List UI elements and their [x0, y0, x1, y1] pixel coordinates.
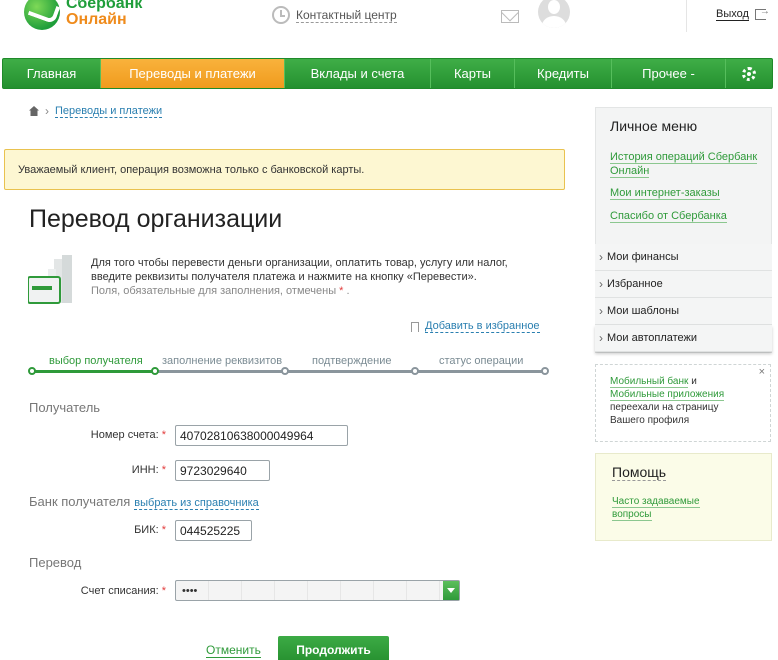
- bik-field[interactable]: 044525225: [175, 520, 252, 541]
- mobile-apps-link[interactable]: Мобильные приложения: [610, 389, 725, 401]
- nav-item-deposits[interactable]: Вклады и счета: [285, 59, 431, 88]
- logo-line2: Онлайн: [66, 11, 127, 28]
- bik-required-star: *: [161, 524, 166, 536]
- close-icon[interactable]: ×: [759, 366, 765, 379]
- transfer-section-title: Перевод: [29, 555, 82, 570]
- add-to-favorites-link[interactable]: Добавить в избранное: [411, 320, 540, 333]
- recipient-section-title: Получатель: [29, 400, 101, 415]
- faq-link[interactable]: Часто задаваемые вопросы: [612, 495, 732, 521]
- step-dot-confirmation: [411, 367, 419, 375]
- sidebar-item-finances[interactable]: Мои финансы: [595, 244, 772, 271]
- sidebar-link-orders[interactable]: Мои интернет-заказы: [610, 186, 720, 201]
- bank-section-title-text: Банк получателя: [29, 494, 131, 509]
- required-note: Поля, обязательные для заполнения, отмеч…: [91, 284, 531, 298]
- account-number-field[interactable]: 40702810638000049964: [175, 425, 348, 446]
- breadcrumb: › Переводы и платежи: [29, 104, 163, 118]
- main-nav: Главная Переводы и платежи Вклады и счет…: [2, 58, 773, 89]
- mobile-bank-link[interactable]: Мобильный банк: [610, 376, 689, 388]
- continue-button[interactable]: Продолжить: [278, 636, 389, 660]
- step-label-confirmation: подтверждение: [312, 355, 392, 367]
- steps-progress-fill: [32, 370, 155, 373]
- inn-required-star: *: [161, 464, 166, 476]
- inn-field[interactable]: 9723029640: [175, 460, 270, 481]
- inn-label-text: ИНН:: [131, 464, 159, 476]
- choose-from-directory-link[interactable]: выбрать из справочника: [134, 497, 259, 510]
- logo-text: Сбербанк Онлайн: [66, 0, 142, 28]
- breadcrumb-transfers-link[interactable]: Переводы и платежи: [55, 105, 163, 118]
- add-to-favorites-label: Добавить в избранное: [425, 320, 540, 333]
- personal-menu-title: Личное меню: [610, 118, 698, 134]
- account-number-required-star: *: [161, 429, 166, 441]
- debit-account-label-text: Счет списания:: [80, 585, 159, 597]
- nav-item-cards[interactable]: Карты: [431, 59, 515, 88]
- exit-link[interactable]: Выход: [716, 6, 770, 21]
- step-dot-recipient: [151, 367, 159, 375]
- sidebar-item-favorites[interactable]: Избранное: [595, 271, 772, 298]
- sidebar-item-autopayments[interactable]: Мои автоплатежи: [595, 325, 772, 352]
- mobile-notice: × Мобильный банк и Мобильные приложения …: [595, 364, 771, 442]
- bik-label: БИК: *: [60, 524, 166, 536]
- debit-account-label: Счет списания: *: [60, 585, 166, 597]
- notice-and: и: [691, 376, 697, 387]
- clock-icon: [272, 6, 290, 24]
- sidebar-link-thanks-label: Спасибо от Сбербанка: [610, 210, 727, 223]
- nav-item-transfers[interactable]: Переводы и платежи: [101, 59, 285, 88]
- bank-section-title: Банк получателя выбрать из справочника: [29, 494, 259, 510]
- bookmark-icon: [411, 321, 419, 332]
- exit-icon: [754, 6, 770, 20]
- description: Для того чтобы перевести деньги организа…: [91, 256, 531, 298]
- exit-label: Выход: [716, 8, 749, 21]
- nav-item-other[interactable]: Прочее -: [612, 59, 726, 88]
- page-title: Перевод организации: [29, 205, 283, 233]
- sidebar-item-templates[interactable]: Мои шаблоны: [595, 298, 772, 325]
- required-star: *: [339, 285, 344, 297]
- notice-text: переехали на страницу Вашего профиля: [610, 402, 719, 426]
- step-dot-details: [281, 367, 289, 375]
- buildings-card-icon: [28, 255, 72, 304]
- step-label-recipient: выбор получателя: [49, 355, 143, 367]
- account-number-label: Номер счета: *: [60, 429, 166, 441]
- header-divider: [686, 0, 687, 32]
- chevron-right-icon: ›: [45, 104, 49, 118]
- step-label-status: статус операции: [439, 355, 524, 367]
- sberbank-logo[interactable]: Сбербанк Онлайн: [24, 0, 142, 30]
- sidebar-link-history-label: История операций Сбербанк Онлайн: [610, 151, 758, 178]
- sidebar-link-orders-label: Мои интернет-заказы: [610, 187, 720, 200]
- gear-icon: [742, 66, 756, 81]
- mail-icon[interactable]: [501, 10, 519, 23]
- description-text: Для того чтобы перевести деньги организа…: [91, 257, 508, 283]
- sidebar-link-thanks[interactable]: Спасибо от Сбербанка: [610, 209, 727, 224]
- step-dot-status: [541, 367, 549, 375]
- required-note-text: Поля, обязательные для заполнения, отмеч…: [91, 285, 337, 297]
- faq-link-label: Часто задаваемые вопросы: [612, 496, 700, 521]
- sidebar-link-history[interactable]: История операций Сбербанк Онлайн: [610, 150, 760, 179]
- sberbank-logo-icon: [24, 0, 60, 30]
- nav-settings[interactable]: [726, 59, 772, 88]
- avatar[interactable]: [538, 0, 570, 28]
- warning-message: Уважаемый клиент, операция возможна толь…: [4, 149, 565, 190]
- cancel-button[interactable]: Отменить: [206, 643, 261, 658]
- nav-item-main[interactable]: Главная: [3, 59, 101, 88]
- debit-account-select[interactable]: ••••: [175, 580, 460, 601]
- step-dot-start: [28, 367, 36, 375]
- bik-label-text: БИК:: [134, 524, 159, 536]
- required-note-dot: .: [346, 285, 350, 297]
- help-title[interactable]: Помощь: [612, 464, 667, 481]
- contact-center-label: Контактный центр: [296, 7, 397, 23]
- debit-account-required-star: *: [161, 585, 166, 597]
- inn-label: ИНН: *: [60, 464, 166, 476]
- debit-account-value: ••••: [182, 584, 198, 597]
- nav-item-credits[interactable]: Кредиты: [515, 59, 612, 88]
- help-panel: Помощь Часто задаваемые вопросы: [595, 453, 772, 541]
- account-number-label-text: Номер счета:: [90, 429, 159, 441]
- contact-center-link[interactable]: Контактный центр: [272, 6, 397, 24]
- home-icon[interactable]: [29, 106, 39, 116]
- step-label-details: заполнение реквизитов: [162, 355, 283, 367]
- chevron-down-icon[interactable]: [443, 581, 459, 600]
